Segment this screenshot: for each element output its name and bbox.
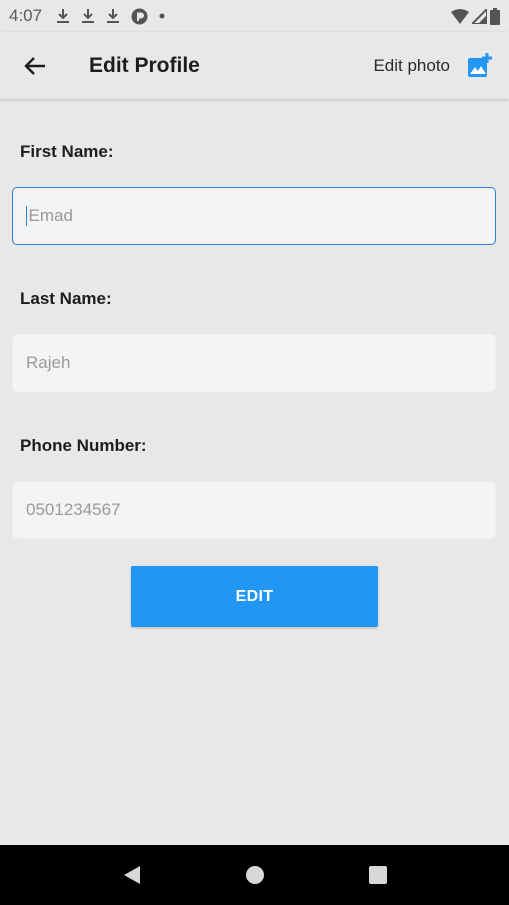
first-name-label: First Name: [20,142,114,161]
home-circle-icon [245,866,264,884]
back-triangle-icon [123,866,140,884]
navigation-bar [0,845,509,905]
app-bar: Edit Profile Edit photo [0,32,509,99]
dot-icon [159,13,165,19]
nav-recents-button[interactable] [358,855,398,895]
edit-photo-button[interactable]: Edit photo [373,53,492,78]
wifi-icon [451,8,469,24]
back-button[interactable] [0,32,70,99]
edit-photo-label: Edit photo [373,55,450,75]
download-icon [107,9,120,23]
last-name-label: Last Name: [20,289,112,308]
phone-number-input[interactable] [26,500,495,520]
arrow-left-icon [24,56,45,75]
edit-button[interactable]: EDIT [131,566,378,627]
system-icons [451,7,500,25]
last-name-input[interactable] [26,353,495,373]
signal-icon [472,8,487,24]
download-icon [57,9,70,23]
nav-back-button[interactable] [112,855,152,895]
first-name-field[interactable] [12,187,496,245]
download-icon [82,9,95,23]
battery-icon [490,7,500,25]
screen: 4:07 Edit Profile Edit photo First Name:… [0,0,509,905]
nav-home-button[interactable] [235,855,275,895]
status-bar: 4:07 [0,0,509,32]
page-title: Edit Profile [89,53,200,77]
phone-number-label: Phone Number: [20,436,147,455]
notification-icons [56,8,165,25]
app-notification-icon [131,8,148,24]
last-name-field[interactable] [12,334,496,392]
recents-square-icon [368,866,387,884]
status-time: 4:07 [9,6,43,25]
add-photo-icon [468,53,492,77]
first-name-input[interactable] [28,206,495,226]
phone-number-field[interactable] [12,481,496,539]
text-caret [26,206,28,226]
